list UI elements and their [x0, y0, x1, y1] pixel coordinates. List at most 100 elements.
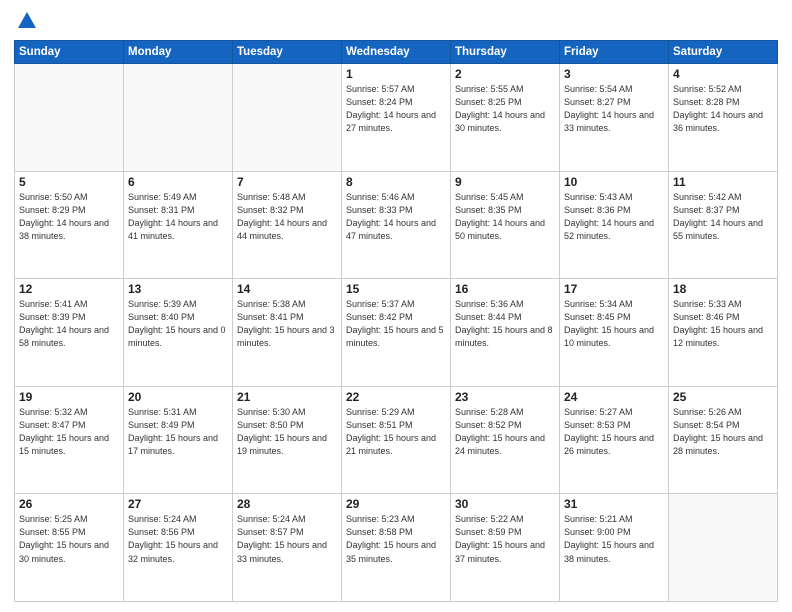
week-row-4: 26Sunrise: 5:25 AM Sunset: 8:55 PM Dayli… [15, 494, 778, 602]
day-number: 22 [346, 390, 446, 404]
day-info: Sunrise: 5:23 AM Sunset: 8:58 PM Dayligh… [346, 513, 446, 565]
day-number: 19 [19, 390, 119, 404]
day-number: 28 [237, 497, 337, 511]
day-info: Sunrise: 5:52 AM Sunset: 8:28 PM Dayligh… [673, 83, 773, 135]
day-number: 26 [19, 497, 119, 511]
day-info: Sunrise: 5:21 AM Sunset: 9:00 PM Dayligh… [564, 513, 664, 565]
day-number: 4 [673, 67, 773, 81]
day-number: 12 [19, 282, 119, 296]
day-number: 23 [455, 390, 555, 404]
weekday-header-sunday: Sunday [15, 41, 124, 64]
day-info: Sunrise: 5:46 AM Sunset: 8:33 PM Dayligh… [346, 191, 446, 243]
calendar-cell: 22 Sunrise: 5:29 AM Sunset: 8:51 PM Dayli… [342, 386, 451, 494]
day-info: Sunrise: 5:55 AM Sunset: 8:25 PM Dayligh… [455, 83, 555, 135]
day-info: Sunrise: 5:32 AM Sunset: 8:47 PM Dayligh… [19, 406, 119, 458]
day-info: Sunrise: 5:36 AM Sunset: 8:44 PM Dayligh… [455, 298, 555, 350]
day-info: Sunrise: 5:24 AM Sunset: 8:57 PM Dayligh… [237, 513, 337, 565]
day-number: 6 [128, 175, 228, 189]
weekday-header-friday: Friday [560, 41, 669, 64]
day-info: Sunrise: 5:42 AM Sunset: 8:37 PM Dayligh… [673, 191, 773, 243]
day-info: Sunrise: 5:41 AM Sunset: 8:39 PM Dayligh… [19, 298, 119, 350]
calendar-cell: 4 Sunrise: 5:52 AM Sunset: 8:28 PM Daylig… [669, 64, 778, 172]
day-info: Sunrise: 5:54 AM Sunset: 8:27 PM Dayligh… [564, 83, 664, 135]
calendar-cell: 11 Sunrise: 5:42 AM Sunset: 8:37 PM Dayli… [669, 171, 778, 279]
day-number: 24 [564, 390, 664, 404]
calendar-cell [669, 494, 778, 602]
day-number: 11 [673, 175, 773, 189]
day-info: Sunrise: 5:39 AM Sunset: 8:40 PM Dayligh… [128, 298, 228, 350]
day-number: 1 [346, 67, 446, 81]
day-number: 16 [455, 282, 555, 296]
week-row-3: 19 Sunrise: 5:32 AM Sunset: 8:47 PM Dayli… [15, 386, 778, 494]
week-row-1: 5 Sunrise: 5:50 AM Sunset: 8:29 PM Daylig… [15, 171, 778, 279]
day-number: 27 [128, 497, 228, 511]
day-number: 7 [237, 175, 337, 189]
weekday-header-tuesday: Tuesday [233, 41, 342, 64]
day-info: Sunrise: 5:27 AM Sunset: 8:53 PM Dayligh… [564, 406, 664, 458]
calendar-cell [233, 64, 342, 172]
day-number: 20 [128, 390, 228, 404]
day-info: Sunrise: 5:24 AM Sunset: 8:56 PM Dayligh… [128, 513, 228, 565]
day-info: Sunrise: 5:38 AM Sunset: 8:41 PM Dayligh… [237, 298, 337, 350]
calendar-cell: 16 Sunrise: 5:36 AM Sunset: 8:44 PM Dayli… [451, 279, 560, 387]
calendar-cell: 25Sunrise: 5:26 AM Sunset: 8:54 PM Dayli… [669, 386, 778, 494]
day-info: Sunrise: 5:28 AM Sunset: 8:52 PM Dayligh… [455, 406, 555, 458]
calendar-cell: 5 Sunrise: 5:50 AM Sunset: 8:29 PM Daylig… [15, 171, 124, 279]
calendar-cell: 24 Sunrise: 5:27 AM Sunset: 8:53 PM Dayli… [560, 386, 669, 494]
day-info: Sunrise: 5:48 AM Sunset: 8:32 PM Dayligh… [237, 191, 337, 243]
weekday-header-monday: Monday [124, 41, 233, 64]
weekday-header-saturday: Saturday [669, 41, 778, 64]
day-info: Sunrise: 5:29 AM Sunset: 8:51 PM Dayligh… [346, 406, 446, 458]
day-info: Sunrise: 5:31 AM Sunset: 8:49 PM Dayligh… [128, 406, 228, 458]
calendar-cell: 28 Sunrise: 5:24 AM Sunset: 8:57 PM Dayli… [233, 494, 342, 602]
day-info: Sunrise: 5:45 AM Sunset: 8:35 PM Dayligh… [455, 191, 555, 243]
weekday-row: SundayMondayTuesdayWednesdayThursdayFrid… [15, 41, 778, 64]
calendar-cell: 30 Sunrise: 5:22 AM Sunset: 8:59 PM Dayli… [451, 494, 560, 602]
calendar-cell [15, 64, 124, 172]
logo [14, 10, 38, 32]
day-number: 31 [564, 497, 664, 511]
day-number: 13 [128, 282, 228, 296]
day-number: 29 [346, 497, 446, 511]
calendar-cell: 1 Sunrise: 5:57 AM Sunset: 8:24 PM Daylig… [342, 64, 451, 172]
weekday-header-thursday: Thursday [451, 41, 560, 64]
calendar-cell: 17Sunrise: 5:34 AM Sunset: 8:45 PM Dayli… [560, 279, 669, 387]
calendar-cell: 20 Sunrise: 5:31 AM Sunset: 8:49 PM Dayli… [124, 386, 233, 494]
calendar-cell: 27 Sunrise: 5:24 AM Sunset: 8:56 PM Dayli… [124, 494, 233, 602]
calendar-cell: 31 Sunrise: 5:21 AM Sunset: 9:00 PM Dayli… [560, 494, 669, 602]
calendar-cell: 8Sunrise: 5:46 AM Sunset: 8:33 PM Daylig… [342, 171, 451, 279]
day-info: Sunrise: 5:49 AM Sunset: 8:31 PM Dayligh… [128, 191, 228, 243]
header [14, 10, 778, 32]
day-number: 9 [455, 175, 555, 189]
page: SundayMondayTuesdayWednesdayThursdayFrid… [0, 0, 792, 612]
calendar-cell: 12 Sunrise: 5:41 AM Sunset: 8:39 PM Dayli… [15, 279, 124, 387]
day-number: 25 [673, 390, 773, 404]
week-row-0: 1 Sunrise: 5:57 AM Sunset: 8:24 PM Daylig… [15, 64, 778, 172]
day-info: Sunrise: 5:37 AM Sunset: 8:42 PM Dayligh… [346, 298, 446, 350]
calendar-cell: 6 Sunrise: 5:49 AM Sunset: 8:31 PM Daylig… [124, 171, 233, 279]
day-number: 3 [564, 67, 664, 81]
day-info: Sunrise: 5:22 AM Sunset: 8:59 PM Dayligh… [455, 513, 555, 565]
calendar-body: 1 Sunrise: 5:57 AM Sunset: 8:24 PM Daylig… [15, 64, 778, 602]
logo-icon [16, 10, 38, 32]
calendar-cell: 14Sunrise: 5:38 AM Sunset: 8:41 PM Dayli… [233, 279, 342, 387]
calendar-cell: 15 Sunrise: 5:37 AM Sunset: 8:42 PM Dayli… [342, 279, 451, 387]
week-row-2: 12 Sunrise: 5:41 AM Sunset: 8:39 PM Dayli… [15, 279, 778, 387]
day-number: 15 [346, 282, 446, 296]
day-number: 21 [237, 390, 337, 404]
day-number: 5 [19, 175, 119, 189]
calendar-cell [124, 64, 233, 172]
day-info: Sunrise: 5:57 AM Sunset: 8:24 PM Dayligh… [346, 83, 446, 135]
calendar-cell: 10Sunrise: 5:43 AM Sunset: 8:36 PM Dayli… [560, 171, 669, 279]
calendar-table: SundayMondayTuesdayWednesdayThursdayFrid… [14, 40, 778, 602]
calendar-header: SundayMondayTuesdayWednesdayThursdayFrid… [15, 41, 778, 64]
calendar-cell: 3 Sunrise: 5:54 AM Sunset: 8:27 PM Daylig… [560, 64, 669, 172]
weekday-header-wednesday: Wednesday [342, 41, 451, 64]
calendar-cell: 13 Sunrise: 5:39 AM Sunset: 8:40 PM Dayli… [124, 279, 233, 387]
day-info: Sunrise: 5:50 AM Sunset: 8:29 PM Dayligh… [19, 191, 119, 243]
day-info: Sunrise: 5:33 AM Sunset: 8:46 PM Dayligh… [673, 298, 773, 350]
day-number: 30 [455, 497, 555, 511]
calendar-cell: 9 Sunrise: 5:45 AM Sunset: 8:35 PM Daylig… [451, 171, 560, 279]
day-number: 2 [455, 67, 555, 81]
calendar-cell: 23 Sunrise: 5:28 AM Sunset: 8:52 PM Dayli… [451, 386, 560, 494]
